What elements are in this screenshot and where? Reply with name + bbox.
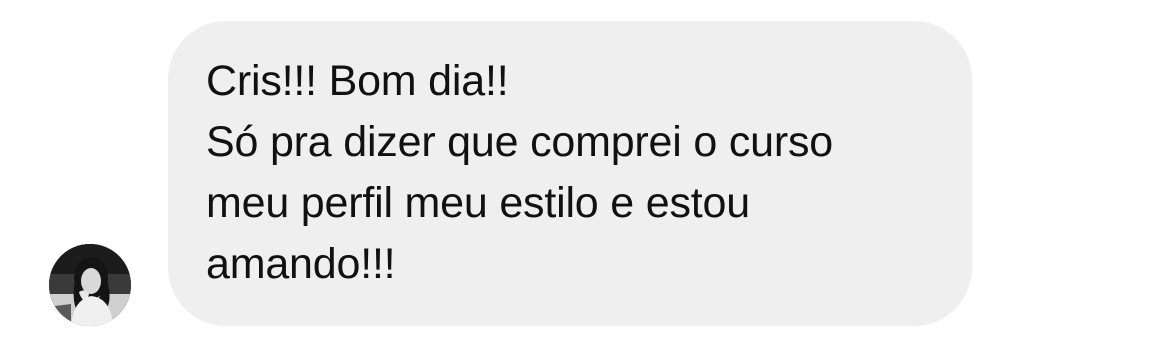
message-line: Cris!!! Bom dia!! bbox=[206, 57, 509, 105]
profile-photo-avatar-icon bbox=[49, 244, 131, 326]
chat-thread: Cris!!! Bom dia!! Só pra dizer que compr… bbox=[0, 0, 1170, 354]
message-line: meu perfil meu estilo e estou bbox=[206, 179, 750, 227]
sender-avatar[interactable] bbox=[49, 244, 131, 326]
message-line: amando!!! bbox=[206, 240, 396, 288]
message-bubble[interactable]: Cris!!! Bom dia!! Só pra dizer que compr… bbox=[168, 21, 972, 326]
message-line: Só pra dizer que comprei o curso bbox=[206, 118, 833, 166]
